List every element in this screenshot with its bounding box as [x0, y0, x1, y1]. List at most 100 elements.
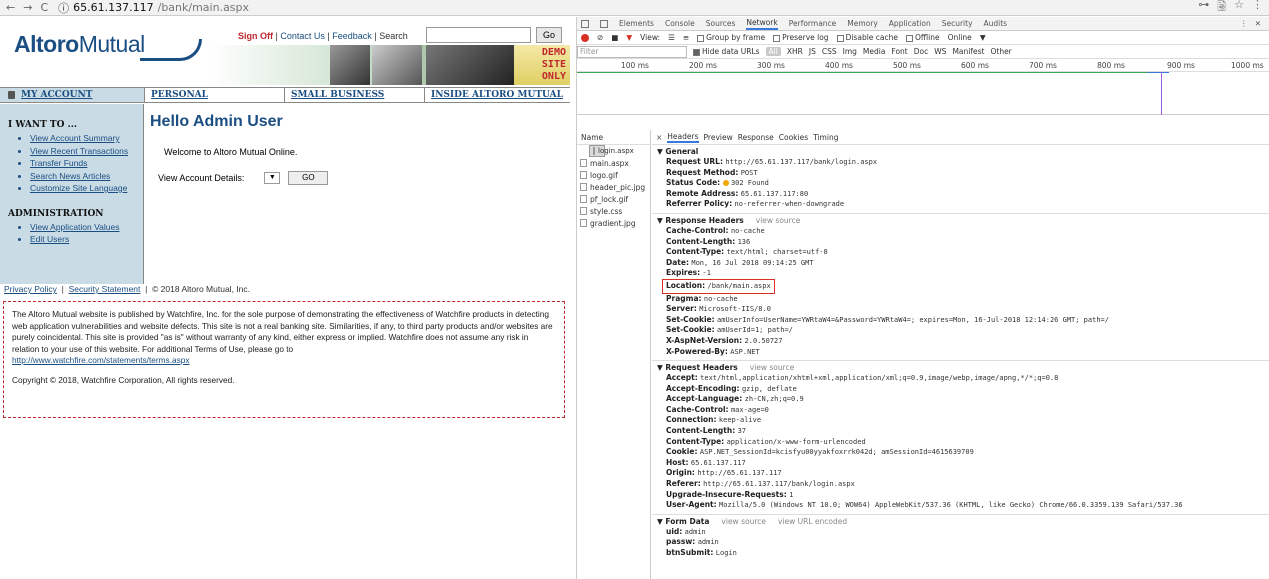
filter-css[interactable]: CSS	[822, 47, 837, 56]
url-path: /bank/main.aspx	[157, 1, 250, 14]
privacy-link[interactable]: Privacy Policy	[4, 284, 57, 294]
account-select[interactable]: ▼	[264, 172, 281, 184]
header-row: Accept-Language: zh-CN,zh;q=0.9	[666, 394, 804, 404]
filter-doc[interactable]: Doc	[914, 47, 929, 56]
offline[interactable]: Offline	[906, 33, 940, 42]
filter-all[interactable]: All	[765, 47, 781, 56]
device-toggle-icon[interactable]	[600, 19, 608, 28]
form-data-toggle[interactable]: ▼ Form Data view source view URL encoded	[657, 517, 1269, 526]
tab-elements[interactable]: Elements	[619, 19, 654, 28]
tab-application[interactable]: Application	[889, 19, 931, 28]
filter-icon[interactable]: ▼	[626, 33, 632, 42]
request-row[interactable]: logo.gif	[577, 169, 650, 181]
tab-headers[interactable]: Headers	[667, 132, 699, 143]
terms-link[interactable]: http://www.watchfire.com/statements/term…	[12, 355, 190, 365]
preserve-log[interactable]: Preserve log	[773, 33, 829, 42]
tab-memory[interactable]: Memory	[847, 19, 878, 28]
filter-img[interactable]: Img	[843, 47, 857, 56]
sidebar-link-edit-users[interactable]: Edit Users	[30, 234, 69, 244]
account-go-button[interactable]: GO	[288, 171, 329, 185]
close-detail-icon[interactable]: ×	[656, 133, 662, 142]
filter-other[interactable]: Other	[990, 47, 1011, 56]
request-row[interactable]: login.aspx	[589, 145, 634, 157]
tab-security[interactable]: Security	[942, 19, 973, 28]
forward-icon[interactable]: →	[23, 1, 32, 14]
request-row[interactable]: header_pic.jpg	[577, 181, 650, 193]
view-source-link[interactable]: view source	[721, 517, 766, 526]
network-timeline[interactable]: 100 ms 200 ms 300 ms 400 ms 500 ms 600 m…	[577, 59, 1269, 115]
view-list-icon[interactable]: ☰	[668, 33, 675, 42]
header-row: Content-Length: 136	[666, 236, 751, 246]
clear-icon[interactable]: ⊘	[597, 33, 603, 42]
tab-cookies[interactable]: Cookies	[779, 133, 808, 142]
tab-console[interactable]: Console	[665, 19, 695, 28]
security-link[interactable]: Security Statement	[69, 284, 141, 294]
status-dot-icon	[722, 180, 729, 187]
name-column-header[interactable]: Name	[577, 130, 650, 145]
search-input[interactable]	[426, 27, 531, 43]
form-row: passw: admin	[666, 537, 719, 547]
group-by-frame[interactable]: Group by frame	[697, 33, 765, 42]
key-icon[interactable]: ⊶	[1198, 0, 1209, 17]
header-row: Expires: -1	[666, 268, 711, 278]
translate-icon[interactable]: 🗟	[1217, 0, 1226, 17]
sign-off-link[interactable]: Sign Off	[238, 31, 273, 41]
feedback-link[interactable]: Feedback	[332, 31, 372, 41]
tab-sources[interactable]: Sources	[706, 19, 736, 28]
reload-icon[interactable]: C	[40, 1, 48, 14]
filter-js[interactable]: JS	[809, 47, 816, 56]
filter-input[interactable]: Filter	[577, 45, 687, 58]
record-icon[interactable]	[581, 33, 589, 42]
view-source-link[interactable]: view source	[756, 216, 801, 225]
view-source-link[interactable]: view source	[750, 363, 795, 372]
throttle-select[interactable]: Online	[948, 33, 972, 42]
header-row: Referrer Policy: no-referrer-when-downgr…	[666, 199, 845, 209]
nav-small-business[interactable]: SMALL BUSINESS	[285, 87, 425, 103]
tab-response[interactable]: Response	[738, 133, 774, 142]
url-field[interactable]: ⓘ 65.61.137.117/bank/main.aspx	[58, 0, 249, 16]
tab-audits[interactable]: Audits	[984, 19, 1008, 28]
nav-inside-altoro[interactable]: INSIDE ALTORO MUTUAL	[425, 87, 570, 103]
contact-link[interactable]: Contact Us	[280, 31, 325, 41]
view-waterfall-icon[interactable]: ≡	[683, 33, 689, 42]
tab-timing[interactable]: Timing	[813, 133, 838, 142]
nav-my-account[interactable]: MY ACCOUNT	[0, 87, 145, 103]
request-row[interactable]: style.css	[577, 205, 650, 217]
filter-media[interactable]: Media	[863, 47, 886, 56]
sidebar-link-transfer-funds[interactable]: Transfer Funds	[30, 158, 87, 168]
disable-cache[interactable]: Disable cache	[836, 33, 898, 42]
request-row[interactable]: gradient.jpg	[577, 217, 650, 229]
general-toggle[interactable]: ▼ General	[657, 147, 1269, 156]
sidebar-link-account-summary[interactable]: View Account Summary	[30, 133, 120, 143]
inspect-icon[interactable]	[581, 19, 589, 28]
sidebar-link-recent-transactions[interactable]: View Recent Transactions	[30, 146, 128, 156]
response-headers-toggle[interactable]: ▼ Response Headers view source	[657, 216, 1269, 225]
tab-performance[interactable]: Performance	[789, 19, 837, 28]
filter-ws[interactable]: WS	[934, 47, 946, 56]
sidebar-link-app-values[interactable]: View Application Values	[30, 222, 119, 232]
altoro-logo[interactable]: AltoroMutual	[14, 31, 145, 58]
request-headers-toggle[interactable]: ▼ Request Headers view source	[657, 363, 1269, 372]
sidebar-link-search-news[interactable]: Search News Articles	[30, 171, 110, 181]
filter-manifest[interactable]: Manifest	[952, 47, 984, 56]
banner-photo	[426, 45, 514, 85]
menu-icon[interactable]: ⋮	[1252, 0, 1263, 17]
star-icon[interactable]: ☆	[1234, 0, 1244, 17]
search-go-button[interactable]: Go	[536, 27, 562, 43]
view-url-encoded-link[interactable]: view URL encoded	[778, 517, 847, 526]
sidebar-link-customize-language[interactable]: Customize Site Language	[30, 183, 127, 193]
request-row[interactable]: main.aspx	[577, 157, 650, 169]
chevron-down-icon[interactable]: ▼	[980, 33, 986, 42]
tab-preview[interactable]: Preview	[704, 133, 733, 142]
filter-font[interactable]: Font	[891, 47, 907, 56]
request-row[interactable]: pf_lock.gif	[577, 193, 650, 205]
capture-screenshot-icon[interactable]: ■	[611, 33, 618, 42]
timeline-tick: 600 ms	[961, 61, 989, 70]
hide-data-urls[interactable]: Hide data URLs	[693, 47, 760, 56]
lock-icon	[8, 91, 15, 99]
nav-personal[interactable]: PERSONAL	[145, 87, 285, 103]
filter-xhr[interactable]: XHR	[787, 47, 803, 56]
back-icon[interactable]: ←	[6, 1, 15, 14]
close-icon[interactable]: ⋮ ✕	[1240, 19, 1269, 28]
tab-network[interactable]: Network	[746, 18, 778, 30]
